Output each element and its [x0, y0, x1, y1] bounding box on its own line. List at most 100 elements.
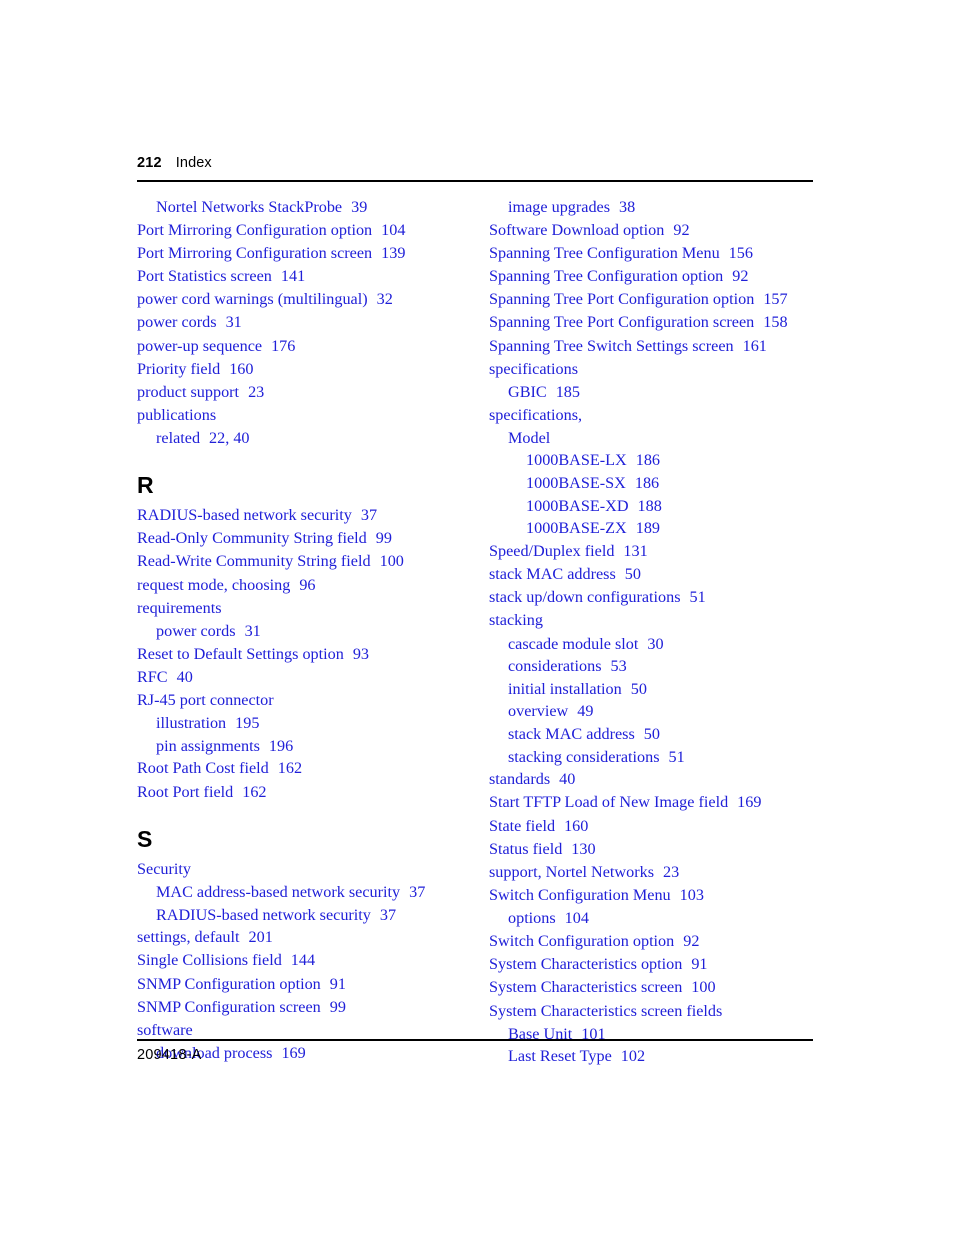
index-entry[interactable]: illustration 195 [137, 712, 467, 735]
index-entry[interactable]: Speed/Duplex field 131 [489, 540, 819, 563]
index-entry-label: System Characteristics screen [489, 978, 683, 997]
index-entry[interactable]: SNMP Configuration option 91 [137, 973, 467, 996]
index-entry-page-number: 91 [691, 955, 708, 974]
index-entry[interactable]: Spanning Tree Port Configuration option 1… [489, 288, 819, 311]
index-entry-label: 1000BASE-XD [526, 496, 629, 515]
index-entry[interactable]: power cords 31 [137, 311, 467, 334]
index-entry[interactable]: System Characteristics option 91 [489, 953, 819, 976]
index-entry-page-number: 92 [683, 931, 700, 950]
index-entry-page-number: 93 [352, 644, 370, 663]
index-page: 212 Index Nortel Networks StackProbe 39 Po… [0, 0, 954, 1235]
index-entry[interactable]: 1000BASE-SX 186 [489, 472, 819, 495]
index-entry[interactable]: Priority field 160 [137, 358, 467, 381]
index-entry[interactable]: cascade module slot 30 [489, 633, 819, 656]
index-entry[interactable]: SNMP Configuration screen 99 [137, 996, 467, 1019]
index-entry[interactable]: requirements [137, 597, 467, 620]
index-entry[interactable]: 1000BASE-XD 188 [489, 495, 819, 518]
index-entry-label: publications [137, 406, 217, 425]
index-entry-label: 1000BASE-SX [526, 474, 626, 492]
index-entry[interactable]: 1000BASE-LX 186 [489, 449, 819, 472]
index-entry[interactable]: Port Mirroring Configuration option 104 [137, 219, 467, 242]
index-entry[interactable]: support, Nortel Networks 23 [489, 861, 819, 884]
index-entry[interactable]: stack MAC address 50 [489, 723, 819, 746]
index-entry-label: Model [508, 428, 551, 447]
index-entry-page-number: 37 [360, 506, 378, 525]
index-entry[interactable]: Base Unit 101 [489, 1023, 819, 1046]
index-entry[interactable]: product support 23 [137, 381, 467, 404]
index-entry[interactable]: Read-Write Community String field 100 [137, 550, 467, 573]
index-entry-page-number: 51 [689, 588, 706, 607]
index-entry[interactable]: stacking [489, 609, 819, 632]
index-entry[interactable]: Root Path Cost field 162 [137, 757, 467, 780]
index-entry-label: standards [489, 770, 551, 789]
index-entry[interactable]: Spanning Tree Port Configuration screen 1… [489, 311, 819, 334]
index-entry-label: considerations [508, 657, 602, 676]
index-entry-label: State field [489, 816, 556, 835]
index-entry[interactable]: settings, default 201 [137, 926, 467, 949]
index-entry[interactable]: MAC address-based network security 37 [137, 881, 467, 904]
index-entry[interactable]: power cord warnings (multilingual) 32 [137, 288, 467, 311]
index-entry[interactable]: standards 40 [489, 768, 819, 791]
index-entry[interactable]: power cords 31 [137, 620, 467, 643]
index-entry-page-number: 186 [635, 451, 661, 470]
index-entry-label: support, Nortel Networks [489, 862, 654, 881]
index-entry[interactable]: Port Statistics screen 141 [137, 265, 467, 288]
index-entry[interactable]: Read-Only Community String field 99 [137, 527, 467, 550]
index-entry[interactable]: options 104 [489, 907, 819, 930]
index-entry[interactable]: 1000BASE-ZX 189 [489, 517, 819, 540]
index-entry[interactable]: request mode, choosing 96 [137, 574, 467, 597]
index-entry[interactable]: specifications, [489, 404, 819, 427]
index-entry-label: Last Reset Type [508, 1047, 612, 1066]
index-entry[interactable]: Port Mirroring Configuration screen 139 [137, 242, 467, 265]
index-entry[interactable]: Security [137, 858, 467, 881]
index-entry[interactable]: Spanning Tree Configuration option 92 [489, 265, 819, 288]
index-entry[interactable]: Switch Configuration option 92 [489, 930, 819, 953]
index-entry[interactable]: Reset to Default Settings option 93 [137, 643, 467, 666]
index-entry[interactable]: overview 49 [489, 700, 819, 723]
index-entry-label: power cord warnings (multilingual) [137, 290, 368, 309]
index-entry[interactable]: RFC 40 [137, 666, 467, 689]
index-entry[interactable]: Software Download option 92 [489, 219, 819, 242]
index-entry[interactable]: related 22, 40 [137, 427, 467, 450]
index-entry[interactable]: Spanning Tree Switch Settings screen 161 [489, 335, 819, 358]
index-entry[interactable]: power-up sequence 176 [137, 335, 467, 358]
index-entry-page-number: 50 [643, 724, 660, 743]
index-entry[interactable]: Root Port field 162 [137, 781, 467, 804]
index-entry[interactable]: publications [137, 404, 467, 427]
index-entry[interactable]: State field 160 [489, 815, 819, 838]
index-entry-label: Switch Configuration Menu [489, 886, 671, 905]
index-entry[interactable]: stacking considerations 51 [489, 746, 819, 769]
index-entry[interactable]: RADIUS-based network security 37 [137, 504, 467, 527]
index-entry-page-number: 31 [225, 313, 242, 332]
index-entry[interactable]: considerations 53 [489, 655, 819, 678]
index-entry[interactable]: Single Collisions field 144 [137, 949, 467, 972]
index-entry-page-number: 92 [732, 267, 749, 285]
index-entry-page-number: 156 [728, 243, 753, 262]
index-entry[interactable]: Switch Configuration Menu 103 [489, 884, 819, 907]
index-entry[interactable]: System Characteristics screen 100 [489, 976, 819, 999]
index-entry[interactable]: System Characteristics screen fields [489, 1000, 819, 1023]
index-entry-page-number: 157 [763, 290, 788, 309]
index-entry[interactable]: Spanning Tree Configuration Menu 156 [489, 242, 819, 265]
index-entry[interactable]: Status field 130 [489, 838, 819, 861]
index-entry-page-number: 104 [564, 909, 589, 928]
index-entry-page-number: 104 [381, 220, 406, 239]
index-column-left: Nortel Networks StackProbe 39 Port Mirrori… [137, 196, 467, 1065]
index-entry-label: power cords [156, 622, 236, 641]
index-entry[interactable]: GBIC 185 [489, 381, 819, 404]
index-entry-page-number: 131 [623, 541, 648, 560]
index-entry[interactable]: RADIUS-based network security 37 [137, 904, 467, 927]
index-entry[interactable]: Model [489, 427, 819, 450]
index-entry[interactable]: Last Reset Type 102 [489, 1045, 819, 1068]
index-entry[interactable]: stack up/down configurations 51 [489, 586, 819, 609]
index-entry[interactable]: pin assignments 196 [137, 735, 467, 758]
index-entry[interactable]: RJ-45 port connector [137, 689, 467, 712]
index-entry[interactable]: specifications [489, 358, 819, 381]
index-entry-label: Read-Only Community String field [137, 529, 367, 548]
index-entry-page-number: 30 [647, 634, 664, 653]
index-entry[interactable]: Start TFTP Load of New Image field 169 [489, 791, 819, 814]
index-entry[interactable]: Nortel Networks StackProbe 39 [137, 196, 467, 219]
index-entry[interactable]: initial installation 50 [489, 678, 819, 701]
index-entry[interactable]: stack MAC address 50 [489, 563, 819, 586]
index-entry[interactable]: image upgrades 38 [489, 196, 819, 219]
